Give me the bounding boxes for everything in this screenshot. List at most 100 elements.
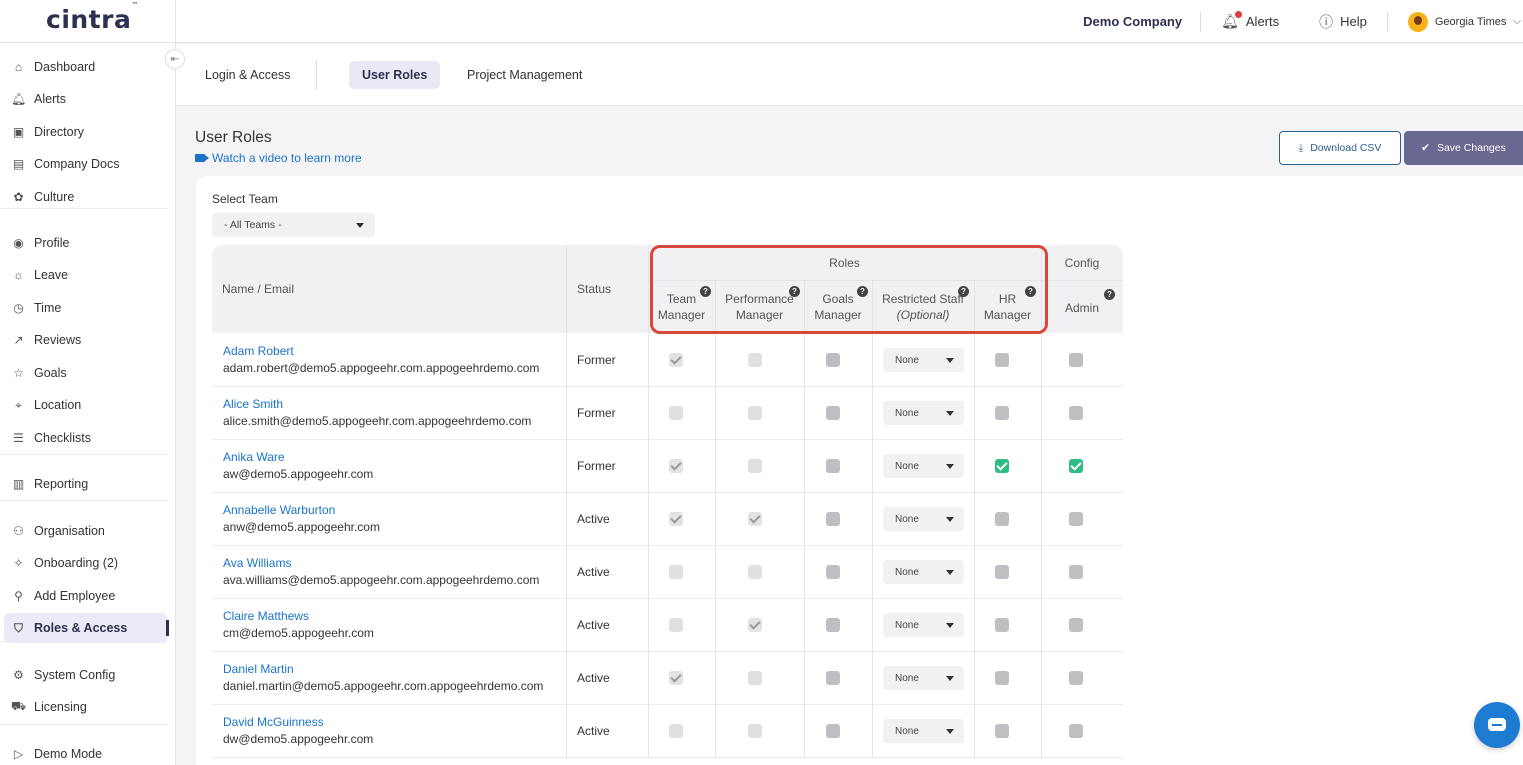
sidebar-item-label: Organisation xyxy=(34,524,105,538)
sidebar-item-goals[interactable]: ☆ Goals xyxy=(4,358,167,388)
checkbox-hr[interactable] xyxy=(995,512,1009,526)
save-changes-button[interactable]: ✔ Save Changes xyxy=(1404,131,1523,165)
sidebar-item-licensing[interactable]: ⛟ Licensing xyxy=(4,692,167,722)
tab-login-access[interactable]: Login & Access xyxy=(192,61,303,89)
divider xyxy=(715,599,716,652)
sidebar-item-profile[interactable]: ◉ Profile xyxy=(4,228,167,258)
onboarding-icon: ✧ xyxy=(13,556,24,570)
sidebar-item-leave[interactable]: ☼ Leave xyxy=(4,260,167,290)
sidebar-item-roles-access[interactable]: ⛉ Roles & Access xyxy=(4,613,169,643)
top-right-menu: Demo Company 🔔︎ Alerts ⓘ Help Georgia Ti… xyxy=(1065,0,1523,43)
checkbox-hr[interactable] xyxy=(995,618,1009,632)
divider xyxy=(715,705,716,758)
sidebar-item-label: Reporting xyxy=(34,477,89,491)
restricted-staff-select[interactable]: None xyxy=(883,666,964,690)
tab-project-management[interactable]: Project Management xyxy=(454,61,595,89)
sidebar-item-directory[interactable]: ▣ Directory xyxy=(4,117,167,147)
sidebar-item-time[interactable]: ◷ Time xyxy=(4,293,167,323)
divider xyxy=(974,334,975,387)
alerts-label: Alerts xyxy=(1245,14,1280,29)
checkbox-goals[interactable] xyxy=(826,724,840,738)
clock-icon: ◷ xyxy=(13,301,24,315)
employee-name-link[interactable]: Annabelle Warburton xyxy=(223,503,335,517)
restricted-staff-value: None xyxy=(895,354,919,366)
restricted-staff-select[interactable]: None xyxy=(883,348,964,372)
divider xyxy=(872,493,873,546)
video-camera-icon xyxy=(195,154,209,162)
checkbox-admin[interactable] xyxy=(1069,353,1083,367)
checkbox-goals[interactable] xyxy=(826,671,840,685)
checkbox-admin[interactable] xyxy=(1069,512,1083,526)
checkbox-hr[interactable] xyxy=(995,459,1009,473)
checkbox-goals[interactable] xyxy=(826,459,840,473)
employee-name-link[interactable]: David McGuinness xyxy=(223,715,324,729)
checkbox-hr[interactable] xyxy=(995,671,1009,685)
checkbox-goals[interactable] xyxy=(826,565,840,579)
sidebar-item-checklists[interactable]: ☰ Checklists xyxy=(4,423,167,453)
sidebar-item-alerts[interactable]: 🔔︎ Alerts xyxy=(4,84,167,114)
checkbox-goals[interactable] xyxy=(826,406,840,420)
checkbox-perf xyxy=(748,618,762,632)
cintra-logo[interactable]: cintra™ xyxy=(46,1,139,34)
bell-icon: 🔔︎ xyxy=(1221,11,1242,30)
sidebar-item-demo-mode[interactable]: ▷ Demo Mode xyxy=(4,739,167,765)
checkbox-admin[interactable] xyxy=(1069,671,1083,685)
checkbox-hr[interactable] xyxy=(995,565,1009,579)
sidebar-item-reporting[interactable]: ▥ Reporting xyxy=(4,469,167,499)
employee-name-link[interactable]: Claire Matthews xyxy=(223,609,309,623)
employee-name-link[interactable]: Ava Williams xyxy=(223,556,291,570)
sidebar-item-label: Add Employee xyxy=(34,589,116,603)
restricted-staff-select[interactable]: None xyxy=(883,560,964,584)
employee-name-link[interactable]: Adam Robert xyxy=(223,344,294,358)
divider xyxy=(566,705,567,758)
restricted-staff-select[interactable]: None xyxy=(883,719,964,743)
checkbox-admin[interactable] xyxy=(1069,459,1083,473)
restricted-staff-select[interactable]: None xyxy=(883,454,964,478)
tab-user-roles[interactable]: User Roles xyxy=(349,61,441,89)
checkbox-admin[interactable] xyxy=(1069,406,1083,420)
sidebar-item-organisation[interactable]: ⚇ Organisation xyxy=(4,516,167,546)
culture-icon: ✿ xyxy=(13,190,24,204)
checkbox-admin[interactable] xyxy=(1069,565,1083,579)
sidebar-item-system-config[interactable]: ⚙ System Config xyxy=(4,660,167,690)
checkbox-goals[interactable] xyxy=(826,618,840,632)
employee-name-link[interactable]: Daniel Martin xyxy=(223,662,294,676)
sidebar-item-label: System Config xyxy=(34,668,116,682)
team-select[interactable]: - All Teams - xyxy=(212,213,375,237)
sidebar-item-add-employee[interactable]: ⚲ Add Employee xyxy=(4,581,167,611)
company-name[interactable]: Demo Company xyxy=(1065,14,1200,29)
help-button[interactable]: ⓘ Help xyxy=(1299,12,1387,32)
divider xyxy=(648,546,649,599)
checkbox-goals[interactable] xyxy=(826,353,840,367)
chat-bubble-icon[interactable] xyxy=(1474,702,1520,748)
sidebar-item-company-docs[interactable]: ▤ Company Docs xyxy=(4,149,167,179)
sidebar-item-location[interactable]: ⌖ Location xyxy=(4,390,167,420)
sidebar-item-onboarding-2[interactable]: ✧ Onboarding (2) xyxy=(4,548,167,578)
divider xyxy=(1041,546,1042,599)
checkbox-hr[interactable] xyxy=(995,724,1009,738)
sidebar-item-label: Directory xyxy=(34,125,85,139)
sidebar-item-reviews[interactable]: ↗ Reviews xyxy=(4,325,167,355)
divider xyxy=(715,334,716,387)
download-csv-button[interactable]: ⤓ Download CSV xyxy=(1279,131,1401,165)
restricted-staff-select[interactable]: None xyxy=(883,507,964,531)
sidebar-item-culture[interactable]: ✿ Culture xyxy=(4,182,167,212)
checkbox-goals[interactable] xyxy=(826,512,840,526)
video-link[interactable]: Watch a video to learn more xyxy=(195,151,362,165)
checkbox-hr[interactable] xyxy=(995,353,1009,367)
restricted-staff-select[interactable]: None xyxy=(883,401,964,425)
user-menu[interactable]: Georgia Times ⌵ xyxy=(1388,11,1523,32)
restricted-staff-select[interactable]: None xyxy=(883,613,964,637)
checkbox-admin[interactable] xyxy=(1069,618,1083,632)
employee-name-link[interactable]: Anika Ware xyxy=(223,450,285,464)
sidebar-item-dashboard[interactable]: ⌂ Dashboard xyxy=(4,52,167,82)
help-icon[interactable]: ? xyxy=(1104,289,1115,300)
caret-down-icon xyxy=(946,729,954,734)
checkbox-hr[interactable] xyxy=(995,406,1009,420)
collapse-sidebar-icon[interactable]: ⇤ xyxy=(165,49,185,69)
employee-email: ava.williams@demo5.appogeehr.com.appogee… xyxy=(223,573,540,587)
employee-name-link[interactable]: Alice Smith xyxy=(223,397,283,411)
shield-icon: ⛉ xyxy=(13,620,23,635)
checkbox-admin[interactable] xyxy=(1069,724,1083,738)
alerts-button[interactable]: 🔔︎ Alerts xyxy=(1201,11,1299,30)
